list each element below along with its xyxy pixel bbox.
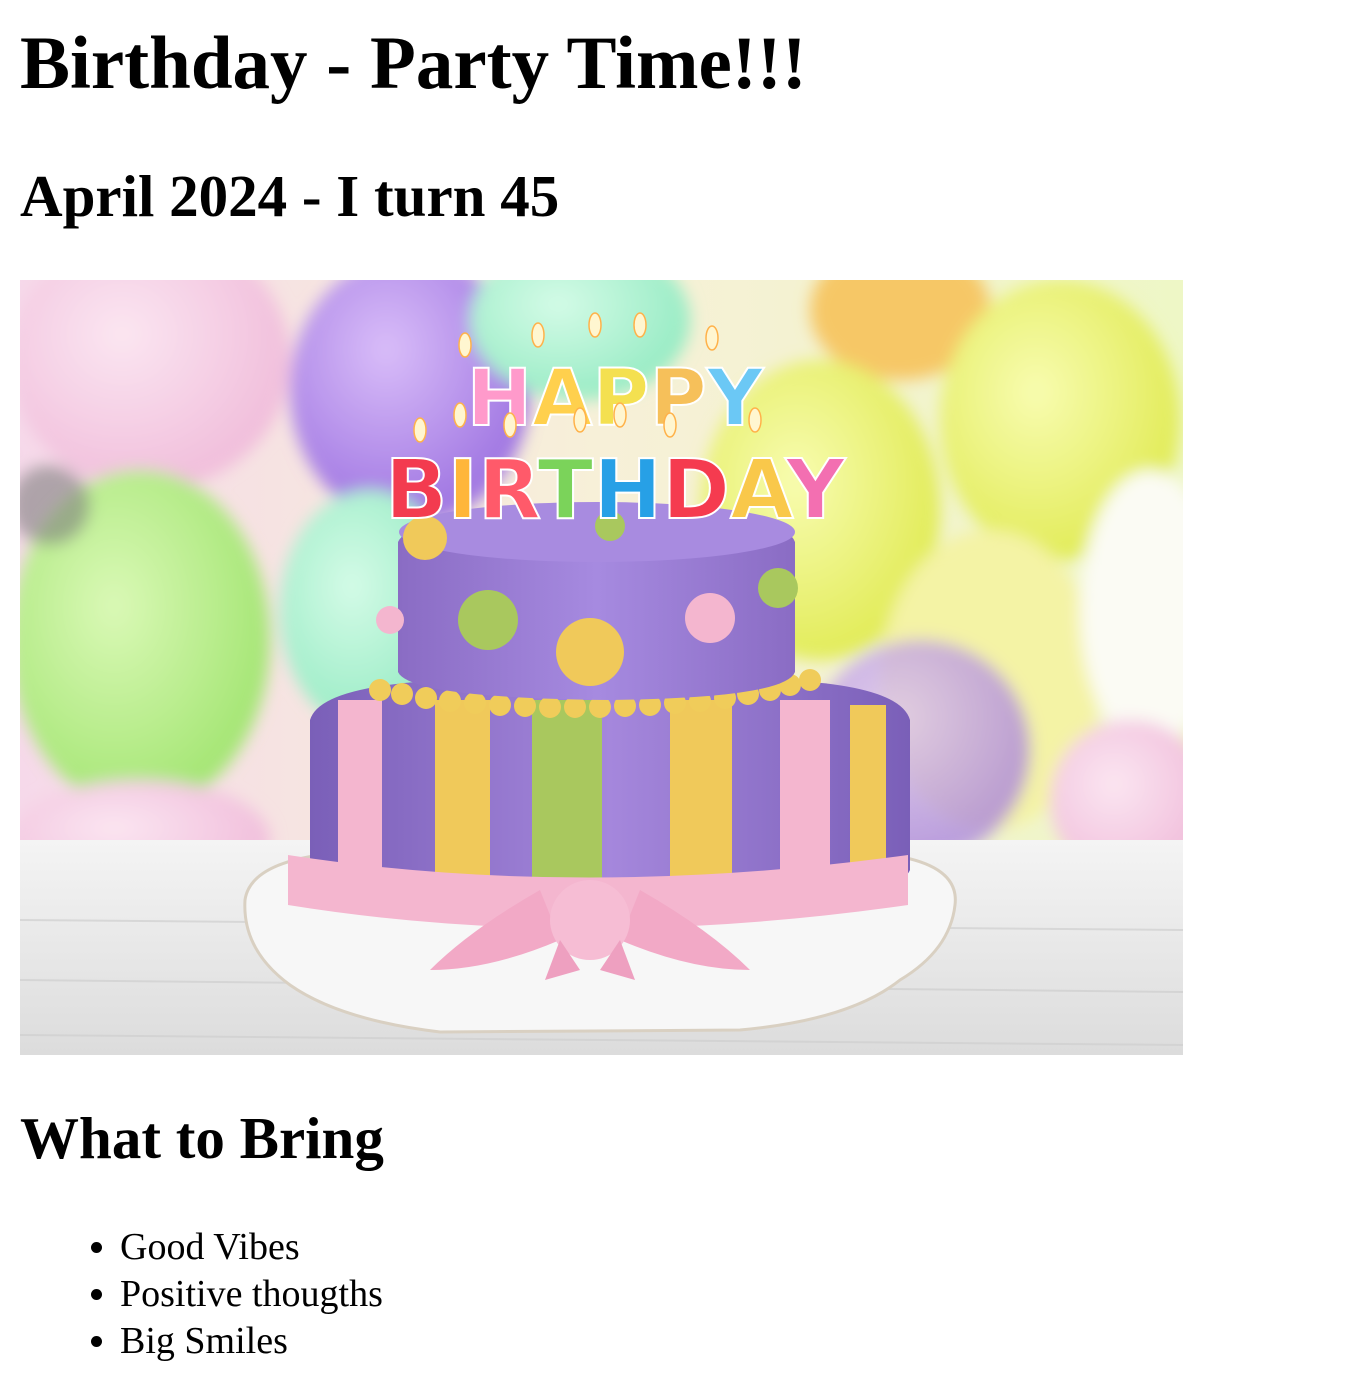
what-to-bring-heading: What to Bring bbox=[20, 1105, 384, 1171]
page-title: Birthday - Party Time!!! bbox=[20, 22, 807, 105]
bring-list: Good Vibes Positive thougths Big Smiles bbox=[80, 1224, 383, 1365]
svg-text:BIRTHDAY: BIRTHDAY bbox=[385, 443, 847, 538]
list-item: Positive thougths bbox=[120, 1271, 383, 1318]
list-item: Big Smiles bbox=[120, 1318, 383, 1365]
list-item: Good Vibes bbox=[120, 1224, 383, 1271]
page-subtitle: April 2024 - I turn 45 bbox=[20, 163, 560, 229]
birthday-cake-image: HAPPY BIRTHDAY bbox=[20, 280, 1183, 1055]
